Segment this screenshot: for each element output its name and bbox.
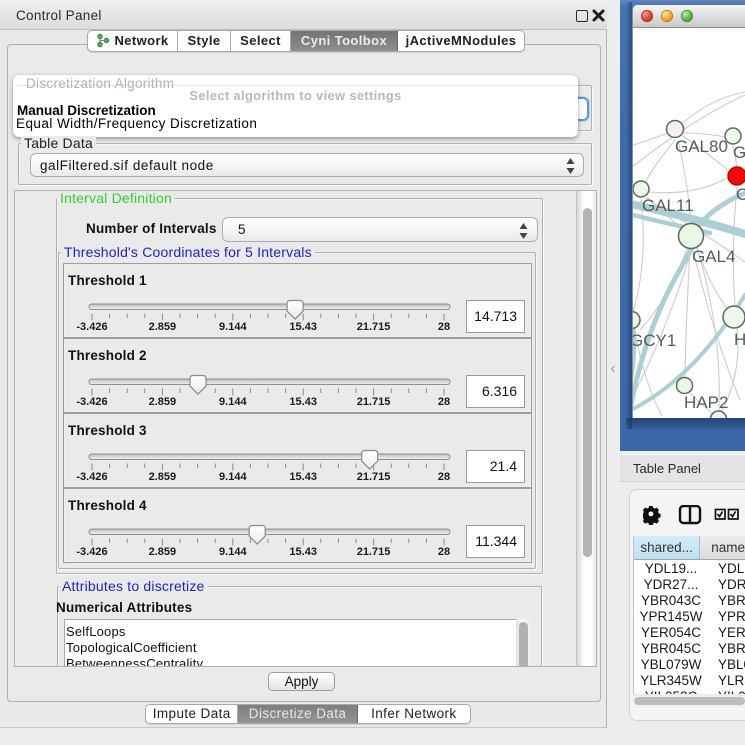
- svg-text:HAP2: HAP2: [684, 393, 728, 412]
- svg-text:GAL4: GAL4: [692, 247, 735, 266]
- svg-text:GAL11: GAL11: [642, 196, 694, 215]
- svg-text:H: H: [734, 330, 745, 349]
- svg-text:GCY1: GCY1: [633, 331, 676, 350]
- svg-text:GAL80: GAL80: [675, 137, 728, 156]
- svg-text:C: C: [736, 185, 745, 204]
- svg-text:GA: GA: [733, 143, 745, 162]
